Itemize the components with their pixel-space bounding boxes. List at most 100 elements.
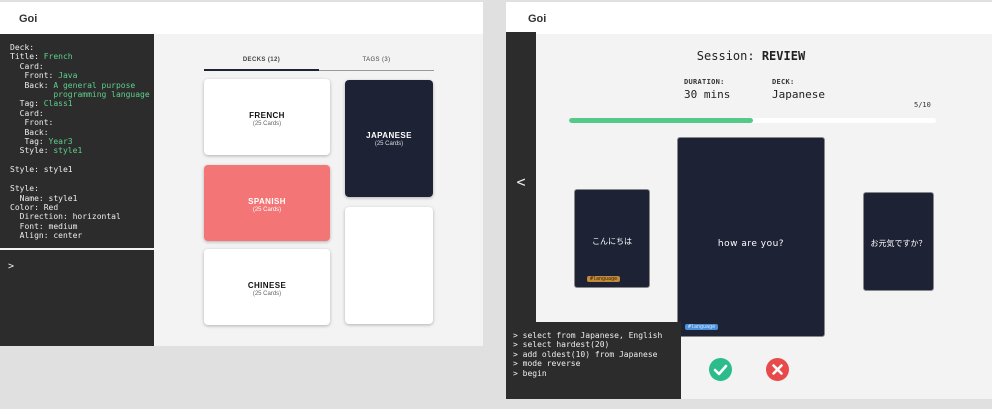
prompt-symbol: > bbox=[8, 261, 15, 272]
deck-name: JAPANESE bbox=[366, 131, 412, 140]
deck-card-french[interactable]: FRENCH (25 Cards) bbox=[204, 79, 330, 155]
deck-value: Japanese bbox=[772, 88, 825, 101]
correct-button[interactable] bbox=[709, 358, 732, 381]
deck-tabs: DECKS (12) TAGS (3) bbox=[204, 54, 434, 71]
editor-key: Direction: horizontal bbox=[10, 212, 121, 222]
deck-name: SPANISH bbox=[248, 197, 286, 206]
command-terminal[interactable]: > select from Japanese, English > select … bbox=[506, 322, 681, 399]
terminal-line: > add oldest(10) from Japanese bbox=[513, 349, 658, 359]
card-text: how are you? bbox=[717, 239, 785, 249]
flashcard-current[interactable]: how are you? #language bbox=[677, 137, 825, 337]
editor-key: Card: bbox=[10, 61, 44, 71]
command-prompt[interactable]: > bbox=[0, 250, 154, 346]
editor-key: Back: bbox=[10, 80, 54, 90]
editor-key: Back: bbox=[10, 127, 49, 137]
editor-line: Deck: bbox=[10, 43, 154, 52]
editor-key: Style: bbox=[10, 146, 54, 156]
editor-line: Style: style1 bbox=[10, 146, 154, 155]
editor-line: Back: A general purpose bbox=[10, 81, 154, 90]
progress-count: 5/10 bbox=[914, 101, 931, 109]
deck-card-japanese[interactable]: JAPANESE (25 Cards) bbox=[345, 80, 433, 197]
editor-key: Name: style1 bbox=[10, 193, 78, 203]
editor-line: Tag: Class1 bbox=[10, 99, 154, 108]
editor-line: Name: style1 bbox=[10, 194, 154, 203]
editor-key: Style: style1 bbox=[10, 165, 73, 175]
editor-line: Direction: horizontal bbox=[10, 212, 154, 221]
app-title: Goi bbox=[0, 2, 483, 34]
deck-label: DECK: bbox=[772, 78, 795, 86]
editor-key: Align: center bbox=[10, 231, 83, 241]
flashcard-previous[interactable]: こんにちは #language bbox=[574, 189, 650, 288]
deck-editor-window: Goi Deck: Title: French Card: Front: Java… bbox=[0, 2, 483, 346]
chevron-left-icon: < bbox=[516, 173, 526, 191]
editor-key bbox=[10, 90, 53, 99]
flashcard-next[interactable]: お元気ですか？ bbox=[863, 192, 934, 291]
editor-value: Java bbox=[58, 71, 78, 81]
editor-key: Card: bbox=[10, 108, 44, 118]
editor-key: Deck: bbox=[10, 43, 35, 52]
editor-value: A general purpose bbox=[53, 80, 136, 90]
card-tag: #language bbox=[587, 276, 621, 282]
editor-line: Front: Java bbox=[10, 71, 154, 80]
tab-decks[interactable]: DECKS (12) bbox=[204, 54, 319, 71]
session-prefix: Session: bbox=[696, 49, 762, 63]
editor-value: French bbox=[43, 52, 73, 62]
session-title: Session: REVIEW bbox=[536, 49, 966, 63]
editor-value: Class1 bbox=[43, 99, 73, 109]
editor-value: style1 bbox=[53, 146, 83, 156]
editor-line: Style: style1 bbox=[10, 165, 154, 174]
terminal-line: > select from Japanese, English bbox=[513, 331, 663, 340]
editor-line: Align: center bbox=[10, 231, 154, 240]
editor-key: Style: bbox=[10, 184, 39, 194]
deck-count: (25 Cards) bbox=[374, 141, 404, 147]
editor-key: Font: medium bbox=[10, 221, 78, 231]
card-tag: #language bbox=[685, 324, 719, 330]
progress-bar bbox=[569, 118, 936, 123]
editor-line: Font: medium bbox=[10, 222, 154, 231]
terminal-line: > mode reverse bbox=[513, 359, 581, 369]
card-text: こんにちは bbox=[592, 237, 632, 246]
editor-key: Tag: bbox=[10, 99, 44, 109]
deck-card-spanish[interactable]: SPANISH (25 Cards) bbox=[204, 165, 330, 241]
deck-count: (25 Cards) bbox=[252, 207, 282, 213]
editor-line: Card: bbox=[10, 62, 154, 71]
deck-code-editor[interactable]: Deck: Title: French Card: Front: Java Bac… bbox=[0, 34, 154, 248]
editor-line: programming language bbox=[10, 90, 154, 99]
duration-label: DURATION: bbox=[684, 78, 725, 86]
tab-tags[interactable]: TAGS (3) bbox=[319, 54, 434, 71]
editor-key: Front: bbox=[10, 71, 59, 81]
duration-value: 30 mins bbox=[684, 88, 731, 101]
progress-fill bbox=[569, 118, 753, 123]
deck-name: CHINESE bbox=[247, 281, 287, 290]
deck-card-chinese[interactable]: CHINESE (25 Cards) bbox=[204, 249, 330, 325]
check-icon bbox=[713, 364, 728, 376]
editor-line: Tag: Year3 bbox=[10, 137, 154, 146]
editor-line: Title: French bbox=[10, 52, 154, 61]
app-title: Goi bbox=[506, 2, 992, 34]
editor-value: Year3 bbox=[48, 137, 73, 147]
editor-value: programming language bbox=[53, 90, 150, 100]
deck-count: (25 Cards) bbox=[252, 291, 282, 297]
terminal-line: > select hardest(20) bbox=[513, 340, 610, 350]
editor-line: Front: bbox=[10, 118, 154, 127]
wrong-button[interactable] bbox=[766, 358, 789, 381]
deck-name: FRENCH bbox=[249, 111, 285, 120]
terminal-line: > begin bbox=[513, 368, 547, 378]
back-button[interactable]: < bbox=[506, 32, 536, 325]
editor-line: Card: bbox=[10, 109, 154, 118]
editor-key: Color: Red bbox=[10, 202, 59, 212]
editor-key: Tag: bbox=[10, 137, 49, 147]
editor-line: Color: Red bbox=[10, 203, 154, 212]
editor-key: Title: bbox=[10, 52, 44, 62]
deck-card-empty[interactable] bbox=[345, 207, 433, 324]
close-icon bbox=[772, 364, 783, 375]
card-text: お元気ですか？ bbox=[870, 239, 927, 248]
editor-line: Style: bbox=[10, 184, 154, 193]
review-session-window: Goi < Session: REVIEW DURATION: 30 mins … bbox=[506, 2, 992, 399]
editor-line: Back: bbox=[10, 128, 154, 137]
editor-key: Front: bbox=[10, 118, 54, 128]
session-mode: REVIEW bbox=[761, 49, 806, 63]
deck-count: (25 Cards) bbox=[252, 121, 282, 127]
